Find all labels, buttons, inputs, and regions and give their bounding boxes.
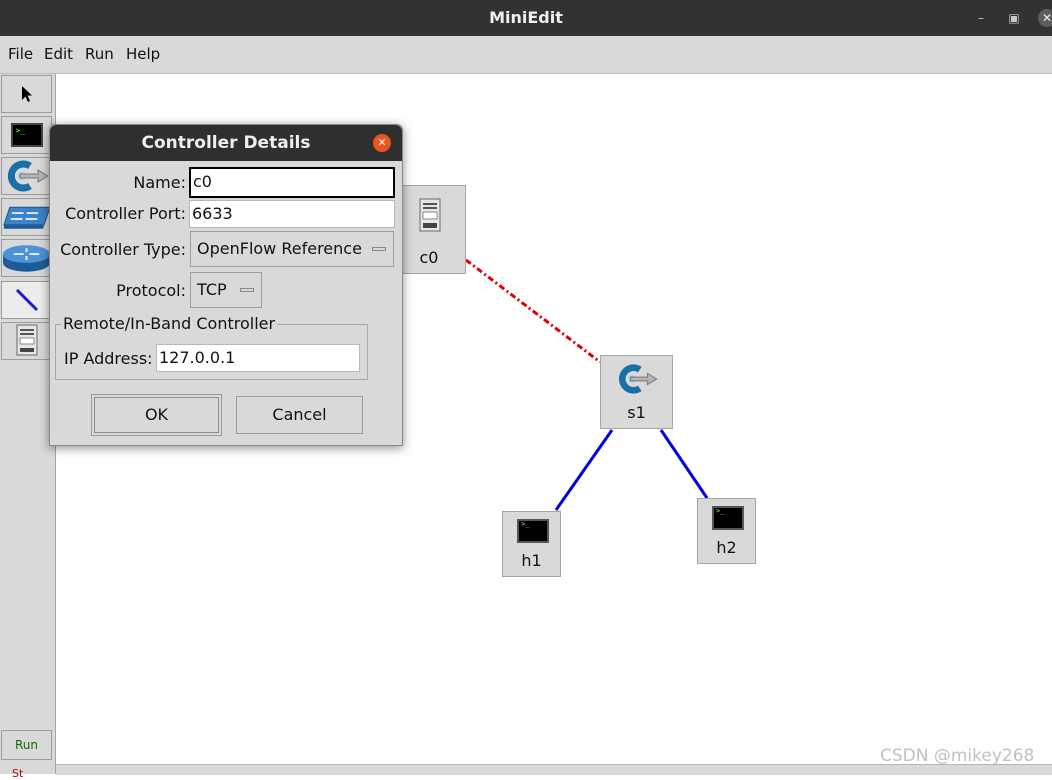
controller-port-field[interactable]: 6633 — [189, 200, 395, 228]
node-label-s1: s1 — [627, 403, 646, 422]
group-title: Remote/In-Band Controller — [61, 314, 278, 333]
dialog-titlebar: Controller Details ✕ — [50, 125, 402, 161]
node-label-h2: h2 — [716, 538, 737, 557]
controller-icon — [419, 198, 441, 232]
remote-controller-group: Remote/In-Band Controller IP Address: 12… — [55, 314, 368, 380]
controller-details-dialog: Controller Details ✕ Name: c0 Controller… — [49, 124, 403, 446]
ok-button[interactable]: OK — [91, 394, 222, 436]
controller-type-dropdown[interactable]: OpenFlow Reference — [190, 231, 394, 267]
node-label-c0: c0 — [419, 248, 439, 267]
controller-type-label: Controller Type: — [60, 240, 186, 259]
protocol-label: Protocol: — [116, 281, 186, 300]
link-s1-h2[interactable] — [659, 429, 709, 499]
host-icon — [712, 506, 744, 530]
protocol-value: TCP — [197, 280, 227, 299]
link-s1-h1[interactable] — [554, 429, 614, 511]
control-link-c0-s1[interactable] — [465, 258, 601, 364]
node-label-h1: h1 — [521, 551, 542, 570]
node-h2[interactable]: h2 — [697, 498, 756, 564]
dropdown-indicator-icon — [372, 247, 386, 251]
watermark: CSDN @mikey268 — [880, 746, 1035, 766]
dialog-title: Controller Details — [141, 133, 311, 153]
switch-icon — [619, 364, 658, 394]
controller-port-label: Controller Port: — [65, 204, 186, 223]
node-c0[interactable]: c0 — [392, 185, 466, 274]
name-label: Name: — [133, 173, 186, 192]
host-icon — [517, 519, 549, 543]
dialog-close-icon[interactable]: ✕ — [373, 134, 391, 152]
ip-address-field[interactable]: 127.0.0.1 — [156, 344, 360, 372]
dropdown-indicator-icon — [240, 288, 254, 292]
controller-type-value: OpenFlow Reference — [197, 239, 362, 258]
name-field[interactable]: c0 — [189, 167, 395, 198]
node-h1[interactable]: h1 — [502, 511, 561, 577]
node-s1[interactable]: s1 — [600, 355, 673, 429]
ip-address-label: IP Address: — [64, 349, 153, 368]
cancel-button[interactable]: Cancel — [236, 396, 363, 434]
protocol-dropdown[interactable]: TCP — [190, 272, 262, 308]
